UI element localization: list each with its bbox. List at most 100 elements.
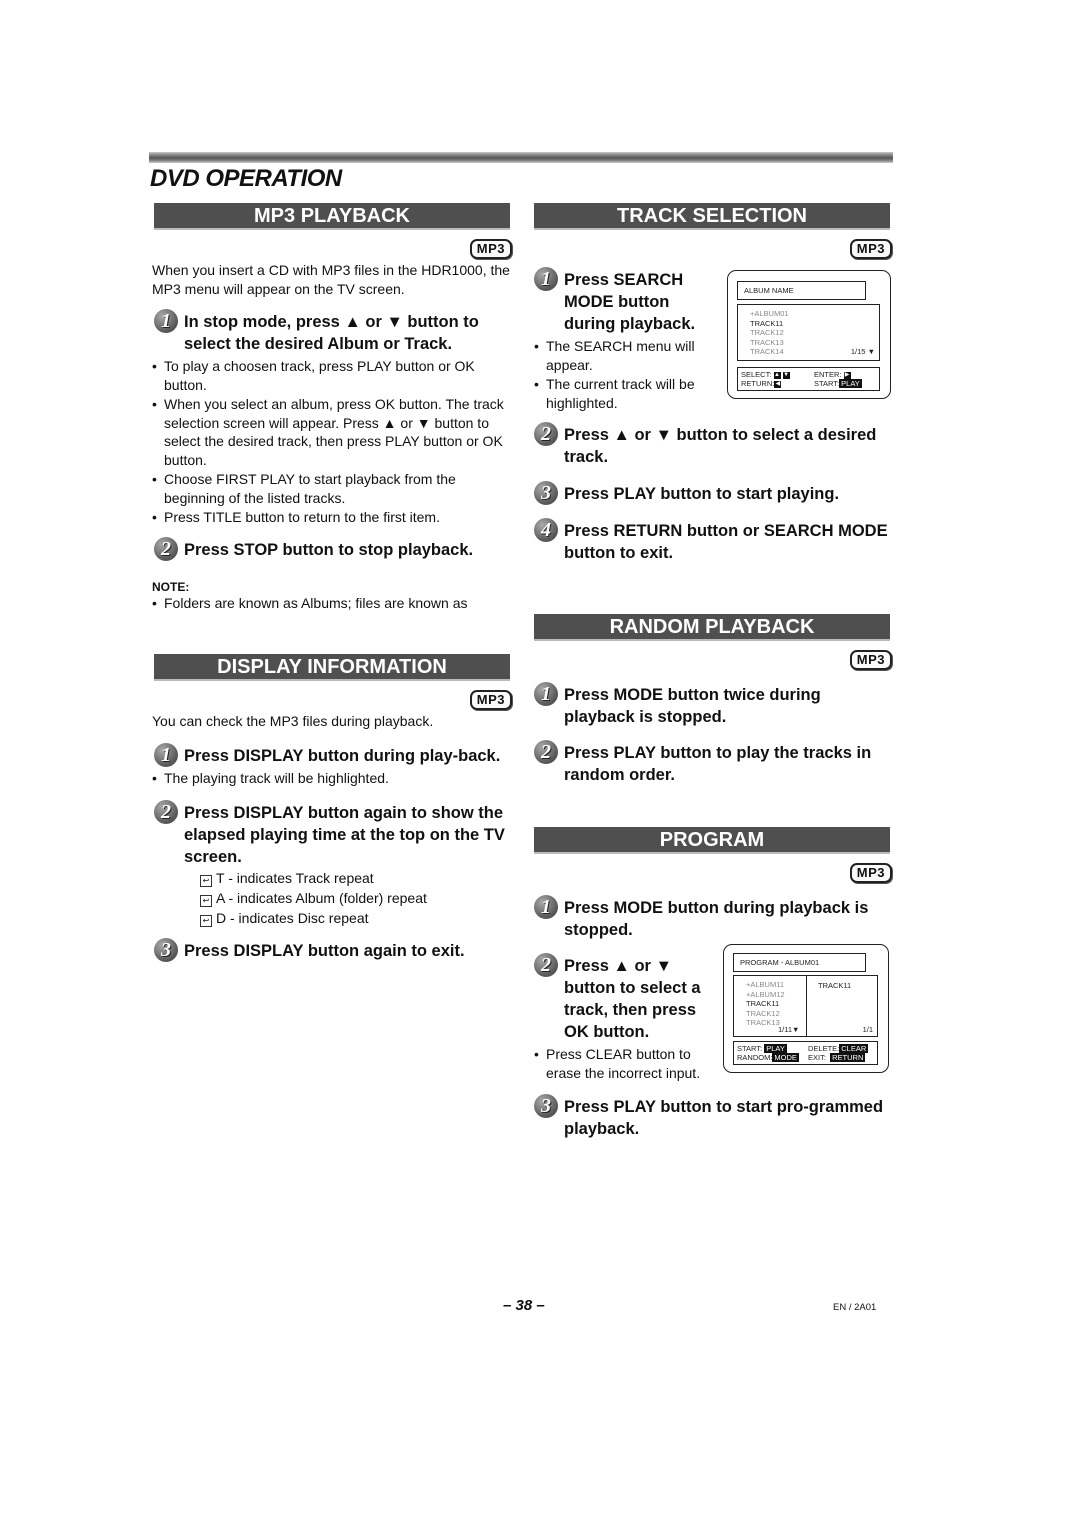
list-item-highlighted: TRACK11 bbox=[750, 318, 784, 328]
left-key-icon: ◀ bbox=[774, 380, 782, 388]
step-4: 4 Press RETURN button or SEARCH MODE but… bbox=[532, 518, 890, 564]
section-heading: MP3 PLAYBACK bbox=[154, 203, 510, 230]
step-number: 4 bbox=[534, 518, 558, 542]
step-1: 1 In stop mode, press ▲ or ▼ button to s… bbox=[152, 309, 510, 355]
program-lists: +ALBUM11 +ALBUM12 TRACK11 TRACK12 TRACK1… bbox=[733, 975, 878, 1037]
bullet-list: The SEARCH menu will appear. The current… bbox=[534, 337, 712, 412]
step-1: 1 Press DISPLAY button during play-back. bbox=[152, 743, 510, 767]
play-key: PLAY bbox=[839, 379, 862, 388]
right-key-icon: ▶ bbox=[843, 371, 851, 379]
mp3-badge: MP3 bbox=[849, 239, 892, 259]
step-3: 3 Press PLAY button to start playing. bbox=[532, 481, 890, 505]
bullet-item: Press TITLE button to return to the firs… bbox=[152, 508, 510, 527]
repeat-icon: ↩ bbox=[200, 914, 212, 927]
step-2: 2 Press STOP button to stop playback. bbox=[152, 536, 510, 561]
step-number: 3 bbox=[154, 937, 178, 962]
list-item: +ALBUM01 bbox=[750, 309, 789, 318]
note-list: Folders are known as Albums; files are k… bbox=[152, 594, 510, 613]
bullet-item: Choose FIRST PLAY to start playback from… bbox=[152, 470, 510, 507]
step-number: 1 bbox=[154, 309, 178, 333]
section-heading: DISPLAY INFORMATION bbox=[154, 654, 510, 681]
list-item: TRACK13 bbox=[750, 337, 784, 347]
step-3: 3 Press PLAY button to start pro-grammed… bbox=[532, 1094, 890, 1140]
page-number: – 38 – bbox=[503, 1297, 545, 1314]
document-code: EN / 2A01 bbox=[833, 1302, 877, 1313]
bullet-item: To play a choosen track, press PLAY butt… bbox=[152, 357, 510, 394]
mp3-badge: MP3 bbox=[469, 690, 512, 710]
track-list: +ALBUM01 TRACK11 TRACK12 TRACK13 TRACK14… bbox=[737, 304, 880, 361]
section-heading: TRACK SELECTION bbox=[534, 203, 890, 230]
down-arrow-icon: ▼ bbox=[867, 347, 875, 356]
step-2: 2 Press ▲ or ▼ button to select a track,… bbox=[532, 953, 717, 1043]
mp3-playback-section: MP3 PLAYBACK MP3 When you insert a CD wi… bbox=[152, 203, 512, 613]
repeat-item: ↩ D - indicates Disc repeat bbox=[200, 908, 510, 928]
bullet-list: Press CLEAR button to erase the incorrec… bbox=[534, 1045, 717, 1082]
step-1: 1 Press MODE button twice during playbac… bbox=[532, 682, 890, 728]
intro-text: You can check the MP3 files during playb… bbox=[152, 713, 434, 729]
step-number: 2 bbox=[534, 422, 558, 446]
page-title: DVD OPERATION bbox=[150, 165, 342, 192]
step-number: 1 bbox=[534, 267, 558, 291]
repeat-list: ↩ T - indicates Track repeat ↩ A - indicat… bbox=[152, 868, 510, 928]
step-2: 2 Press DISPLAY button again to show the… bbox=[152, 799, 510, 868]
clear-key: CLEAR bbox=[839, 1044, 869, 1053]
play-key: PLAY bbox=[764, 1044, 787, 1053]
up-key-icon: ▲ bbox=[773, 371, 781, 379]
repeat-icon: ↩ bbox=[200, 894, 212, 907]
random-playback-section: RANDOM PLAYBACK MP3 1 Press MODE button … bbox=[532, 614, 892, 786]
intro-text: When you insert a CD with MP3 files in t… bbox=[152, 262, 510, 297]
step-number: 1 bbox=[534, 682, 558, 706]
step-1: 1 Press MODE button during playback is s… bbox=[532, 895, 890, 941]
album-name-field: ALBUM NAME bbox=[737, 281, 866, 300]
note-label: NOTE: bbox=[152, 579, 190, 594]
repeat-item: ↩ A - indicates Album (folder) repeat bbox=[200, 888, 510, 908]
step-number: 2 bbox=[154, 799, 178, 824]
list-item: +ALBUM12 bbox=[746, 989, 785, 999]
list-item-highlighted: TRACK11 bbox=[746, 999, 780, 1008]
program-page-indicator: 1/1 bbox=[862, 1025, 873, 1034]
step-3: 3 Press DISPLAY button again to exit. bbox=[152, 937, 510, 962]
return-key: RETURN bbox=[830, 1053, 866, 1062]
bullet-item: The current track will be highlighted. bbox=[534, 375, 712, 412]
note-item: Folders are known as Albums; files are k… bbox=[152, 594, 510, 613]
program-title-field: PROGRAM - ALBUM01 bbox=[733, 953, 866, 972]
down-key-icon: ▼ bbox=[782, 371, 790, 379]
display-information-section: DISPLAY INFORMATION MP3 You can check th… bbox=[152, 654, 512, 962]
down-arrow-icon: ▼ bbox=[655, 426, 672, 444]
list-item: TRACK12 bbox=[746, 1008, 780, 1018]
page-indicator: 1/15 bbox=[850, 347, 866, 356]
repeat-item: ↩ T - indicates Track repeat bbox=[200, 868, 510, 888]
down-arrow-icon: ▼ bbox=[792, 1025, 800, 1034]
mp3-badge: MP3 bbox=[469, 239, 512, 259]
program-menu-screen: PROGRAM - ALBUM01 +ALBUM11 +ALBUM12 TRAC… bbox=[723, 944, 889, 1073]
step-number: 1 bbox=[154, 743, 178, 767]
down-arrow-icon: ▼ bbox=[655, 957, 672, 975]
list-item: TRACK12 bbox=[750, 328, 784, 337]
step-number: 3 bbox=[534, 481, 558, 505]
step-number: 2 bbox=[534, 740, 558, 764]
up-arrow-icon: ▲ bbox=[613, 426, 630, 444]
search-menu-screen: ALBUM NAME +ALBUM01 TRACK11 TRACK12 TRAC… bbox=[727, 270, 891, 399]
repeat-icon: ↩ bbox=[200, 874, 212, 887]
page-indicator: 1/11 bbox=[778, 1025, 793, 1034]
step-2: 2 Press PLAY button to play the tracks i… bbox=[532, 740, 890, 786]
step-number: 3 bbox=[534, 1094, 558, 1118]
bullet-item: Press CLEAR button to erase the incorrec… bbox=[534, 1045, 717, 1082]
down-arrow-icon: ▼ bbox=[386, 313, 403, 331]
step-1: 1 Press SEARCH MODE button during playba… bbox=[532, 267, 712, 335]
up-arrow-icon: ▲ bbox=[344, 313, 361, 331]
step-number: 1 bbox=[534, 895, 558, 919]
control-legend: START: PLAY DELETE: CLEAR RANDOM: MODE EXI… bbox=[733, 1041, 878, 1065]
program-item: TRACK11 bbox=[818, 981, 852, 990]
up-arrow-icon: ▲ bbox=[613, 957, 630, 975]
list-item: TRACK14 bbox=[750, 347, 784, 356]
mode-key: MODE bbox=[772, 1053, 799, 1062]
mp3-badge: MP3 bbox=[849, 650, 892, 670]
step-number: 2 bbox=[534, 953, 558, 977]
bullet-item: The SEARCH menu will appear. bbox=[534, 337, 712, 374]
bullet-item: When you select an album, press OK butto… bbox=[152, 395, 510, 469]
mp3-badge: MP3 bbox=[849, 863, 892, 883]
section-heading: RANDOM PLAYBACK bbox=[534, 614, 890, 641]
bullet-item: The playing track will be highlighted. bbox=[152, 769, 510, 788]
list-item: +ALBUM11 bbox=[746, 980, 785, 989]
